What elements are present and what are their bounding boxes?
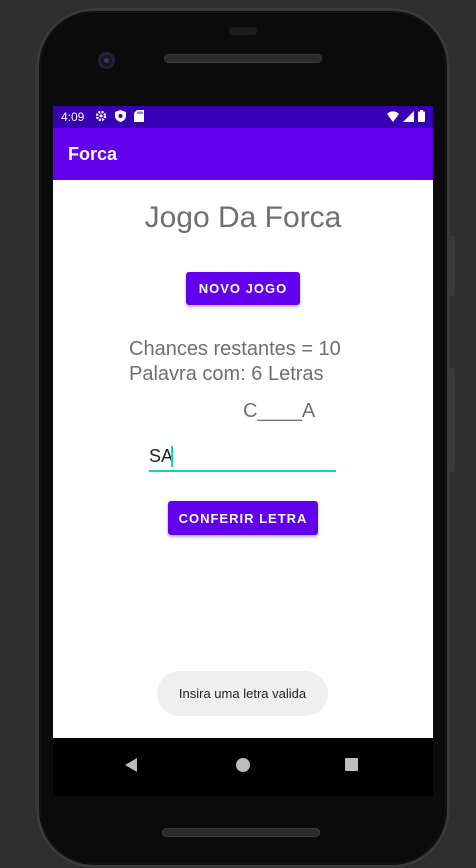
top-slot <box>229 27 257 35</box>
wifi-icon <box>387 110 399 122</box>
front-camera-icon <box>98 52 115 69</box>
app-title: Forca <box>68 144 118 164</box>
new-game-button[interactable]: NOVO JOGO <box>186 272 300 305</box>
power-button <box>450 236 455 296</box>
status-bar: 4:09 <box>53 106 433 128</box>
word-length-text: Palavra com: 6 Letras <box>129 363 324 385</box>
letter-field[interactable] <box>149 442 336 472</box>
hidden-word-display: C____A <box>243 400 316 422</box>
status-time: 4:09 <box>61 110 85 124</box>
status-right-icons <box>387 110 425 122</box>
signal-icon <box>403 110 414 122</box>
earpiece-speaker <box>164 54 322 63</box>
recents-icon[interactable] <box>345 758 358 771</box>
text-cursor <box>171 446 173 467</box>
app-bar: Forca <box>53 128 433 180</box>
home-icon[interactable] <box>236 758 250 772</box>
check-letter-button[interactable]: CONFERIR LETRA <box>168 501 318 535</box>
toast-message: Insira uma letra valida <box>157 671 328 716</box>
bottom-speaker <box>162 828 320 837</box>
status-left-icons <box>95 110 144 122</box>
device-screen: 4:09 Forca Jogo Da Forca NOVO JOGO Chanc… <box>53 106 433 796</box>
back-icon[interactable] <box>125 758 137 772</box>
sd-card-icon <box>134 110 144 122</box>
main-content: Jogo Da Forca NOVO JOGO Chances restante… <box>53 180 433 738</box>
navigation-bar <box>53 738 433 796</box>
chances-remaining-text: Chances restantes = 10 <box>129 338 341 360</box>
volume-button <box>450 368 455 472</box>
shield-icon <box>115 110 126 122</box>
game-info: Chances restantes = 10 Palavra com: 6 Le… <box>129 337 341 387</box>
letter-input[interactable] <box>149 442 336 470</box>
game-title: Jogo Da Forca <box>144 201 342 234</box>
gear-icon <box>95 110 107 122</box>
battery-icon <box>418 110 425 122</box>
